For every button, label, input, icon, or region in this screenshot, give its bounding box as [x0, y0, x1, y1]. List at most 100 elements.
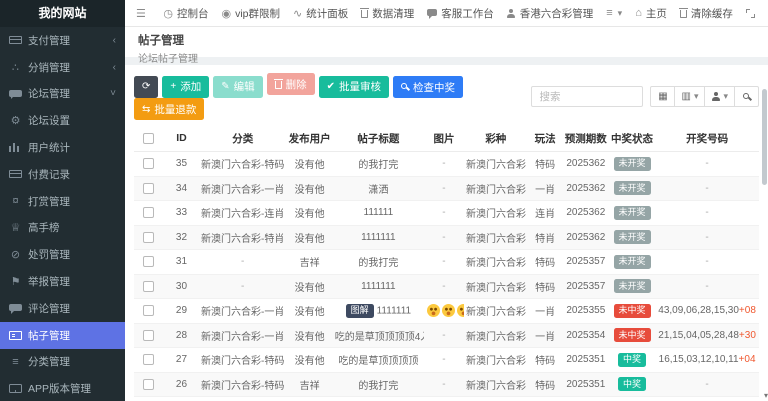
- cell-numbers: -: [655, 201, 759, 226]
- column-header: 帖子标题: [333, 125, 424, 152]
- status-badge: 中奖: [618, 377, 646, 391]
- cell-images[interactable]: [424, 299, 464, 324]
- cell-id: 25: [164, 397, 199, 401]
- refresh-button[interactable]: ⟳: [134, 76, 158, 98]
- sidebar-item-leaderboard[interactable]: ♕高手榜: [0, 215, 125, 242]
- row-checkbox[interactable]: [143, 183, 154, 194]
- edit-button[interactable]: ✎编辑: [213, 76, 262, 98]
- user-menu-button[interactable]: ▾: [704, 86, 735, 107]
- site-title: 我的网站: [0, 0, 125, 27]
- table-row[interactable]: 32新澳门六合彩-特肖没有他1111111-新澳门六合彩特肖2025362未开奖…: [134, 225, 759, 250]
- nav-item-console[interactable]: ◷控制台: [157, 0, 215, 26]
- cell-checkbox: [134, 201, 164, 226]
- row-checkbox[interactable]: [143, 379, 154, 390]
- nav-item-vip-group-limit[interactable]: ◉ vip群限制: [215, 0, 287, 26]
- batch-refund-button[interactable]: ⇆批量退款: [134, 98, 204, 120]
- cell-period: 2025351: [563, 397, 609, 401]
- select-all-checkbox[interactable]: [143, 133, 154, 144]
- comment-icon: [427, 9, 437, 16]
- sidebar-item-categories[interactable]: ≡分类管理: [0, 349, 125, 376]
- fullscreen-icon: [746, 9, 755, 18]
- chevron-down-icon: ˅: [110, 88, 116, 99]
- nav-item-hk-lottery-manage[interactable]: 香港六合彩管理: [500, 0, 600, 26]
- sidebar-item-payment[interactable]: 支付管理‹: [0, 27, 125, 54]
- draw-special-number: +08: [739, 305, 756, 316]
- nav-item-admin[interactable]: Admin: [761, 0, 768, 26]
- table-view-button[interactable]: ▦: [650, 86, 675, 107]
- column-header: 彩种: [464, 125, 528, 152]
- nav-item-label: vip群限制: [235, 6, 280, 21]
- do-search-button[interactable]: [734, 86, 759, 107]
- cell-period: 2025355: [563, 299, 609, 324]
- table-row[interactable]: 35新澳门六合彩-特码没有他的我打完-新澳门六合彩特码2025362未开奖-: [134, 152, 759, 177]
- nav-item-menu-list-toggle[interactable]: ≡▾: [600, 0, 629, 26]
- row-checkbox[interactable]: [143, 158, 154, 169]
- table-row[interactable]: 30-没有他1111111-新澳门六合彩特码2025357未开奖-: [134, 274, 759, 299]
- table-row[interactable]: 31-吉祥的我打完-新澳门六合彩特码2025357未开奖-: [134, 250, 759, 275]
- menu-toggle[interactable]: ☰: [125, 0, 157, 26]
- sidebar-item-user-stats[interactable]: 用户统计: [0, 134, 125, 161]
- sidebar-item-label: 分销管理: [28, 60, 70, 75]
- table-row[interactable]: 27新澳门六合彩-特码没有他吃的是草顶顶顶顶-新澳门六合彩特码2025351中奖…: [134, 348, 759, 373]
- trash-icon: [680, 10, 687, 18]
- cell-category: 新澳门六合彩-特肖: [199, 225, 287, 250]
- sidebar-item-posts[interactable]: 帖子管理: [0, 322, 125, 349]
- row-checkbox[interactable]: [143, 354, 154, 365]
- cell-user: 没有他: [286, 348, 332, 373]
- table-row[interactable]: 34新澳门六合彩-一肖没有他潇洒-新澳门六合彩一肖2025362未开奖-: [134, 176, 759, 201]
- delete-button[interactable]: 删除: [267, 73, 315, 95]
- cell-status: 中奖: [609, 397, 655, 401]
- cell-category: 香港六合彩-特码: [199, 397, 287, 401]
- nav-item-clear-cache[interactable]: 清除缓存: [673, 0, 739, 26]
- cell-numbers: 16,15,03,12,10,11+04: [655, 348, 759, 373]
- mobile-icon: [9, 384, 22, 393]
- sidebar-item-reward[interactable]: ¤打赏管理: [0, 188, 125, 215]
- nav-item-data-clean[interactable]: 数据清理: [355, 0, 421, 26]
- sidebar-item-reports[interactable]: ⚑举报管理: [0, 268, 125, 295]
- check-winning-button[interactable]: 检查中奖: [393, 76, 463, 98]
- cell-numbers: -: [655, 372, 759, 397]
- dot-circle-icon: ◉: [221, 7, 231, 20]
- row-checkbox[interactable]: [143, 305, 154, 316]
- columns-toggle-button[interactable]: ▥▾: [674, 86, 705, 107]
- sidebar-item-distribution[interactable]: ∴分销管理‹: [0, 54, 125, 81]
- nav-item-service-desk[interactable]: 客服工作台: [421, 0, 501, 26]
- row-checkbox[interactable]: [143, 330, 154, 341]
- cell-images: -: [424, 397, 464, 401]
- scrollbar[interactable]: [762, 89, 767, 185]
- cell-numbers: -: [655, 397, 759, 401]
- table-row[interactable]: 33新澳门六合彩-连肖没有他111111-新澳门六合彩连肖2025362未开奖-: [134, 201, 759, 226]
- cell-checkbox: [134, 274, 164, 299]
- sidebar-item-forum-settings[interactable]: ⚙论坛设置: [0, 107, 125, 134]
- nav-item-stats-panel[interactable]: ∿统计面板: [287, 0, 355, 26]
- row-checkbox[interactable]: [143, 256, 154, 267]
- batch-audit-button[interactable]: ✔批量审核: [319, 76, 389, 98]
- sidebar-item-app-version[interactable]: APP版本管理: [0, 375, 125, 401]
- cell-category: 新澳门六合彩-一肖: [199, 299, 287, 324]
- nav-item-fullscreen[interactable]: [739, 0, 761, 26]
- scroll-down-icon[interactable]: ▾: [764, 391, 768, 400]
- table-row[interactable]: 25香港六合彩-特码吉祥都市传说-新澳门六合彩特码2025351中奖-: [134, 397, 759, 401]
- cell-play: 特肖: [528, 225, 563, 250]
- sidebar-item-forum[interactable]: 论坛管理˅: [0, 81, 125, 108]
- column-header: 中奖状态: [609, 125, 655, 152]
- add-button[interactable]: +添加: [162, 76, 209, 98]
- table-row[interactable]: 26新澳门六合彩-特码吉祥的我打完-新澳门六合彩特码2025351中奖-: [134, 372, 759, 397]
- credit-card-icon: [9, 36, 22, 44]
- cell-category: -: [199, 274, 287, 299]
- cell-play: 特码: [528, 372, 563, 397]
- column-header: 预测期数: [563, 125, 609, 152]
- status-badge: 未开奖: [614, 157, 651, 171]
- table-row[interactable]: 28新澳门六合彩-一肖没有他吃的是草顶顶顶顶4入-新澳门六合彩一肖2025354…: [134, 323, 759, 348]
- nav-item-home[interactable]: ⌂主页: [629, 0, 674, 26]
- row-checkbox[interactable]: [143, 281, 154, 292]
- sidebar-item-comments[interactable]: 评论管理: [0, 295, 125, 322]
- sidebar-item-pay-records[interactable]: 付费记录: [0, 161, 125, 188]
- table-row[interactable]: 29新澳门六合彩-一肖没有他图解1111111新澳门六合彩一肖2025355未中…: [134, 299, 759, 324]
- row-checkbox[interactable]: [143, 232, 154, 243]
- column-header: 图片: [424, 125, 464, 152]
- row-checkbox[interactable]: [143, 207, 154, 218]
- cell-play: 连肖: [528, 201, 563, 226]
- search-input[interactable]: [531, 86, 643, 107]
- sidebar-item-punishment[interactable]: ⊘处罚管理: [0, 241, 125, 268]
